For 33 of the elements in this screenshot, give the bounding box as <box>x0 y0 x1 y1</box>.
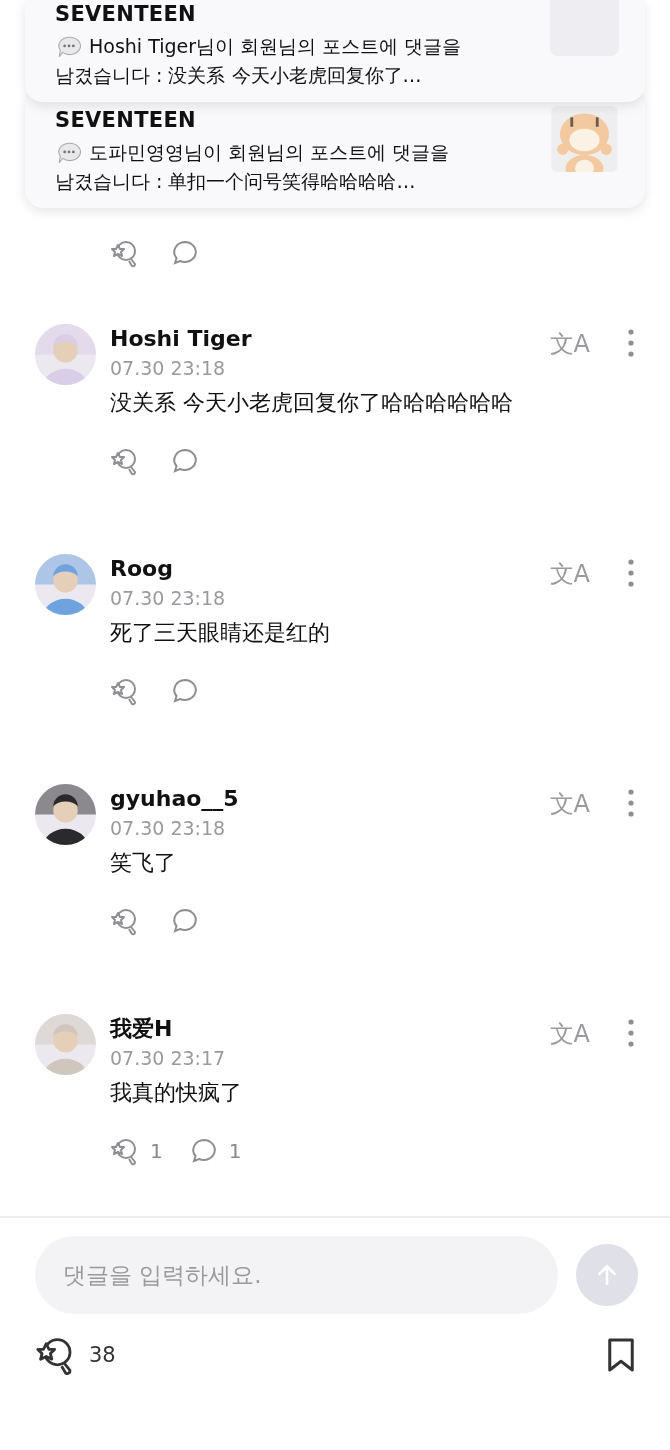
notification-card[interactable]: SEVENTEEN Hoshi Tiger님이 회원님의 포스트에 댓글을 남겼습니다 : 没关系 今天小老虎回复你了… <box>25 0 645 102</box>
comment-text: 没关系 今天小老虎回复你了哈哈哈哈哈哈 <box>110 389 514 417</box>
notification-text: Hoshi Tiger님이 회원님의 포스트에 댓글을 <box>89 34 462 59</box>
comment-icon[interactable] <box>170 238 200 268</box>
notification-text: 남겼습니다 : 没关系 今天小老虎回复你了… <box>55 63 423 88</box>
notification-card[interactable]: SEVENTEEN 도파민영영님이 회원님의 포스트에 댓글을 남겼습니다 : 单扣一个问号笑得哈哈哈哈… <box>25 96 645 208</box>
comment-text: 死了三天眼睛还是红的 <box>110 619 331 647</box>
user-name[interactable]: Hoshi Tiger <box>110 324 550 354</box>
comment-text: 笑飞了 <box>110 849 177 877</box>
comment-field[interactable]: 댓글을 입력하세요. <box>35 1236 558 1314</box>
more-icon[interactable] <box>628 328 634 358</box>
comment-icon[interactable] <box>170 676 200 706</box>
notification-text: 도파민영영님이 회원님의 포스트에 댓글을 <box>89 140 450 165</box>
comment-icon[interactable] <box>170 906 200 936</box>
comment-time: 07.30 23:18 <box>110 816 227 841</box>
more-icon[interactable] <box>628 788 634 818</box>
comment-time: 07.30 23:18 <box>110 586 227 611</box>
user-name[interactable]: Roog <box>110 554 550 584</box>
user-name[interactable]: gyuhao__5 <box>110 784 550 814</box>
notification-title: SEVENTEEN <box>55 1 197 28</box>
notification-text: 남겼습니다 : 单扣一个问号笑得哈哈哈哈… <box>55 169 417 194</box>
comment-text: 我真的快疯了 <box>110 1079 243 1107</box>
more-icon[interactable] <box>628 1018 634 1048</box>
comment-time: 07.30 23:17 <box>110 1046 227 1071</box>
reaction-count: 38 <box>89 1343 116 1367</box>
comment-time: 07.30 23:18 <box>110 356 227 381</box>
user-name[interactable]: 我爱H <box>110 1014 550 1044</box>
reply-count: 1 <box>228 1139 242 1163</box>
bookmark-icon[interactable] <box>606 1337 636 1373</box>
notification-title: SEVENTEEN <box>55 107 197 134</box>
reaction-count: 1 <box>150 1139 163 1163</box>
more-icon[interactable] <box>628 558 634 588</box>
comment-icon[interactable] <box>170 446 200 476</box>
